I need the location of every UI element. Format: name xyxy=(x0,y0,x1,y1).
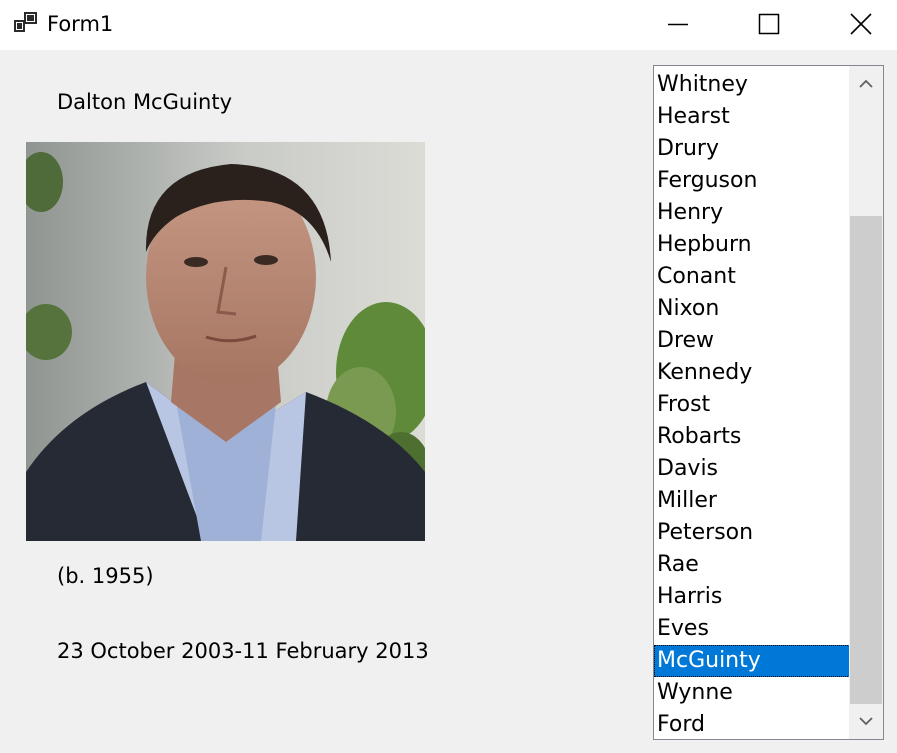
minimize-icon xyxy=(668,23,688,26)
scroll-up-button[interactable] xyxy=(849,66,883,102)
list-item[interactable]: Nixon xyxy=(654,293,850,325)
list-item[interactable]: Conant xyxy=(654,261,850,293)
maximize-icon xyxy=(758,13,780,35)
list-item[interactable]: Whitney xyxy=(654,69,850,101)
vertical-scrollbar[interactable] xyxy=(849,66,883,739)
scroll-down-button[interactable] xyxy=(849,703,883,739)
close-icon xyxy=(850,13,872,35)
list-item[interactable]: Drew xyxy=(654,325,850,357)
list-item[interactable]: Hearst xyxy=(654,101,850,133)
title-bar[interactable]: Form1 xyxy=(0,0,897,50)
term-label: 23 October 2003-11 February 2013 xyxy=(57,639,429,663)
portrait-photo xyxy=(26,142,425,541)
list-item[interactable]: Kennedy xyxy=(654,357,850,389)
list-item[interactable]: Frost xyxy=(654,389,850,421)
list-item[interactable]: Harris xyxy=(654,581,850,613)
portrait-image xyxy=(26,142,425,541)
list-item[interactable]: Ford xyxy=(654,709,850,739)
list-item[interactable]: Ferguson xyxy=(654,165,850,197)
list-item[interactable]: Drury xyxy=(654,133,850,165)
list-item[interactable]: Henry xyxy=(654,197,850,229)
maximize-button[interactable] xyxy=(723,0,815,48)
list-item[interactable]: McGuinty xyxy=(654,645,850,677)
form-window: Form1 Dalton McGuinty (b. 1955) 23 Octob… xyxy=(0,0,897,753)
chevron-up-icon xyxy=(859,79,873,88)
list-item[interactable]: Miller xyxy=(654,485,850,517)
list-item[interactable]: Eves xyxy=(654,613,850,645)
chevron-down-icon xyxy=(859,717,873,726)
list-item[interactable]: Rae xyxy=(654,549,850,581)
list-item[interactable]: Peterson xyxy=(654,517,850,549)
list-item[interactable]: Wynne xyxy=(654,677,850,709)
birth-label: (b. 1955) xyxy=(57,564,154,588)
list-item[interactable]: Robarts xyxy=(654,421,850,453)
scroll-thumb[interactable] xyxy=(850,216,882,704)
window-title: Form1 xyxy=(47,12,114,36)
minimize-button[interactable] xyxy=(632,0,724,48)
name-label: Dalton McGuinty xyxy=(57,90,232,114)
premier-listbox[interactable]: Whitney Hearst Drury Ferguson Henry Hepburn Co… xyxy=(653,65,884,740)
premier-list: Whitney Hearst Drury Ferguson Henry Hepburn Co… xyxy=(654,69,850,739)
list-item[interactable]: Davis xyxy=(654,453,850,485)
close-button[interactable] xyxy=(815,0,897,48)
list-item[interactable]: Hepburn xyxy=(654,229,850,261)
app-icon xyxy=(14,12,37,32)
